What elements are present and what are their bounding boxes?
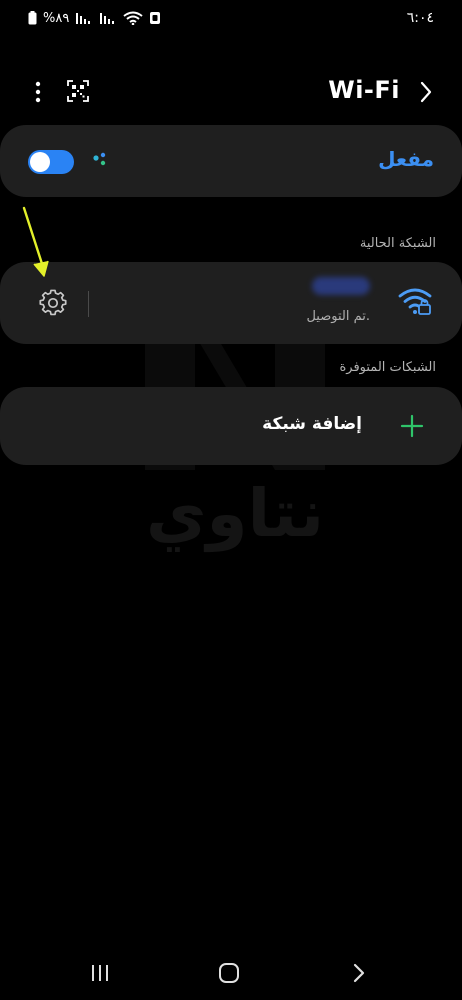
- navigation-bar: [0, 948, 462, 1000]
- current-network-section-label: الشبكة الحالية: [359, 236, 436, 251]
- signal-icon: [76, 13, 91, 24]
- status-icons: %٨٩: [28, 11, 161, 26]
- wifi-locked-icon: [398, 288, 432, 315]
- status-time: ٦:٠٤: [406, 10, 434, 26]
- add-network-card[interactable]: إضافة شبكة: [0, 387, 462, 465]
- available-networks-section-label: الشبكات المتوفرة: [339, 360, 436, 375]
- current-network-card[interactable]: تم التوصيل.: [0, 262, 462, 344]
- signal-icon-secondary: [100, 13, 115, 24]
- battery-percentage: %٨٩: [43, 10, 70, 26]
- connection-status: تم التوصيل.: [306, 309, 370, 324]
- current-network-name: [312, 277, 370, 295]
- qr-code-icon[interactable]: [66, 79, 90, 103]
- divider: [88, 291, 89, 317]
- notification-icon: [150, 12, 161, 24]
- watermark-text: نتاوي: [145, 475, 325, 552]
- wifi-enabled-label: مفعل: [378, 147, 434, 171]
- battery-icon: [28, 11, 37, 25]
- status-bar: %٨٩ ٦:٠٤: [0, 0, 462, 36]
- back-chevron-icon[interactable]: [348, 961, 370, 985]
- plus-icon: [400, 414, 424, 438]
- wifi-toggle-switch[interactable]: [28, 150, 74, 174]
- add-network-label: إضافة شبكة: [262, 414, 362, 434]
- intelligent-wifi-dots-icon[interactable]: [92, 152, 108, 170]
- chevron-right-icon[interactable]: [414, 78, 438, 106]
- gear-icon[interactable]: [39, 289, 67, 317]
- page-title: Wi-Fi: [328, 76, 400, 104]
- toggle-knob: [30, 152, 50, 172]
- annotation-arrow: [22, 206, 49, 277]
- more-options-icon[interactable]: [26, 78, 50, 106]
- app-header: Wi-Fi: [0, 74, 462, 110]
- home-icon[interactable]: [217, 962, 241, 984]
- recents-icon[interactable]: [88, 962, 112, 984]
- wifi-toggle-card[interactable]: مفعل: [0, 125, 462, 197]
- wifi-status-icon: [123, 11, 143, 25]
